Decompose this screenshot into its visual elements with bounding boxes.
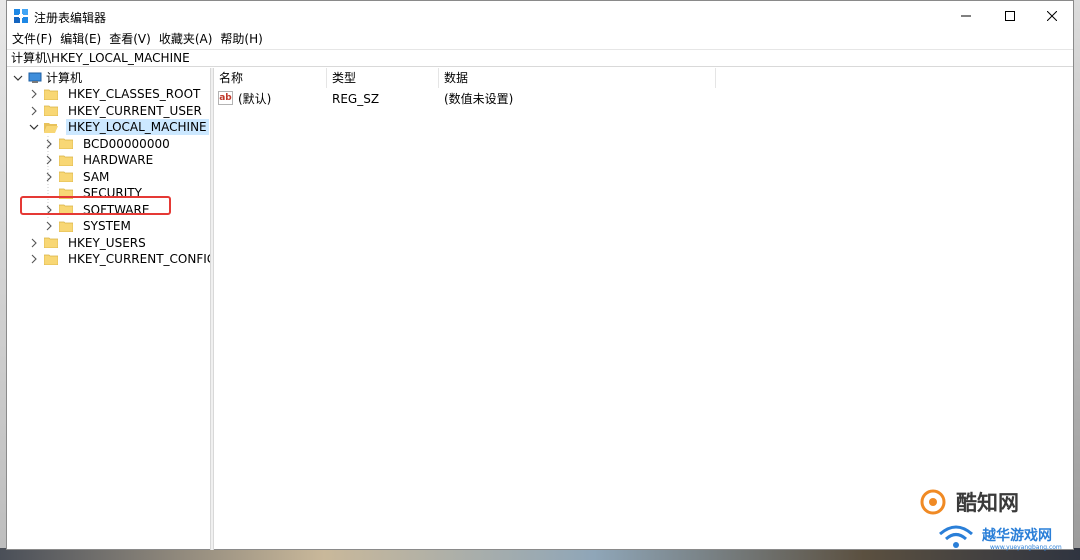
tree-label: HKEY_CURRENT_CONFIG — [68, 252, 210, 266]
watermark-kuzhi-text: 酷知网 — [956, 491, 1019, 515]
tree-label-selected: HKEY_LOCAL_MACHINE — [66, 119, 209, 135]
tree-node-hkey-local-machine[interactable]: HKEY_LOCAL_MACHINE — [29, 119, 209, 135]
chevron-right-icon[interactable] — [44, 152, 54, 168]
menu-favorites[interactable]: 收藏夹(A) — [155, 31, 217, 49]
column-header-name[interactable]: 名称 — [214, 68, 327, 88]
value-data: (数值未设置) — [444, 92, 514, 106]
tree-label: SYSTEM — [83, 219, 131, 233]
chevron-down-icon[interactable] — [13, 70, 23, 86]
chevron-right-icon[interactable] — [44, 218, 54, 234]
watermark-yueyang-text: 越华游戏网 — [982, 528, 1052, 544]
chevron-right-icon[interactable] — [44, 136, 54, 152]
tree-node-hardware[interactable]: HARDWARE — [44, 152, 155, 168]
tree-label: HKEY_CLASSES_ROOT — [68, 87, 201, 101]
value-type: REG_SZ — [332, 92, 380, 106]
folder-icon — [59, 138, 73, 149]
tree-label: HKEY_USERS — [68, 235, 146, 250]
folder-icon — [44, 105, 58, 116]
minimize-icon — [961, 15, 971, 17]
maximize-button[interactable] — [987, 1, 1033, 31]
tree-label: HKEY_CURRENT_USER — [68, 103, 202, 118]
tree-label-computer: 计算机 — [46, 71, 83, 85]
menu-edit[interactable]: 编辑(E) — [56, 31, 105, 49]
registry-tree: 计算机 HKEY_CLASSES_ROOT HKEY_CURRENT_USER … — [7, 68, 210, 550]
chevron-right-icon[interactable] — [29, 235, 39, 251]
watermark-logo-icon — [920, 489, 946, 515]
tree-node-computer[interactable]: 计算机 — [13, 70, 84, 86]
menu-view[interactable]: 查看(V) — [105, 31, 155, 49]
tree-node-sam[interactable]: SAM — [44, 169, 111, 185]
tree-node-hkey-classes-root[interactable]: HKEY_CLASSES_ROOT — [29, 86, 202, 102]
desktop-edge-right — [1074, 0, 1080, 560]
menu-help[interactable]: 帮助(H) — [216, 31, 266, 49]
tree-label: SAM — [83, 169, 110, 184]
watermark-kuzhi: 酷知网 — [918, 484, 1019, 520]
computer-icon — [28, 72, 42, 83]
tree-label: HARDWARE — [83, 153, 154, 167]
tree-node-system[interactable]: SYSTEM — [44, 218, 133, 234]
watermark-yueyang: 越华游戏网 www.yueyangbang.com — [936, 520, 1072, 551]
window-title: 注册表编辑器 — [34, 11, 107, 25]
regedit-app-icon — [14, 9, 28, 23]
close-button[interactable] — [1029, 1, 1075, 31]
folder-icon — [44, 89, 58, 100]
minimize-button[interactable] — [943, 1, 989, 31]
title-bar[interactable]: 注册表编辑器 — [7, 1, 1073, 31]
regedit-window: 注册表编辑器 文件(F) 编辑(E) 查看(V) 收藏夹(A) 帮助(H) 计算… — [6, 0, 1074, 550]
values-list: 名称 类型 数据 ab (默认) REG_SZ (数值未设置) — [214, 68, 1073, 550]
table-row[interactable]: ab (默认) REG_SZ (数值未设置) — [214, 90, 714, 108]
chevron-right-icon[interactable] — [29, 103, 39, 119]
tree-label: BCD00000000 — [83, 136, 170, 151]
folder-icon — [44, 254, 58, 265]
menu-file[interactable]: 文件(F) — [7, 31, 56, 49]
folder-icon — [59, 171, 73, 182]
chevron-down-icon[interactable] — [29, 119, 39, 135]
tree-node-bcd[interactable]: BCD00000000 — [44, 136, 172, 152]
folder-icon — [59, 221, 73, 232]
value-name: (默认) — [238, 92, 272, 106]
tree-node-hkey-users[interactable]: HKEY_USERS — [29, 235, 148, 251]
folder-icon — [59, 155, 73, 166]
menu-bar: 文件(F) 编辑(E) 查看(V) 收藏夹(A) 帮助(H) — [7, 31, 1073, 49]
folder-icon — [44, 237, 58, 248]
column-header-type[interactable]: 类型 — [327, 68, 439, 88]
watermark-wifi-icon — [939, 525, 973, 548]
chevron-right-icon[interactable] — [29, 251, 39, 267]
chevron-right-icon[interactable] — [29, 86, 39, 102]
tree-node-hkey-current-config[interactable]: HKEY_CURRENT_CONFIG — [29, 251, 210, 267]
tree-node-hkey-current-user[interactable]: HKEY_CURRENT_USER — [29, 103, 204, 119]
maximize-icon — [1005, 11, 1015, 21]
chevron-right-icon[interactable] — [44, 169, 54, 185]
watermark-yueyang-url: www.yueyangbang.com — [990, 544, 1062, 551]
close-icon — [1047, 11, 1057, 21]
annotation-highlight-box — [20, 196, 171, 215]
column-header-data[interactable]: 数据 — [439, 68, 716, 88]
open-folder-icon — [44, 122, 58, 133]
string-value-icon: ab — [218, 91, 233, 105]
address-bar[interactable]: 计算机\HKEY_LOCAL_MACHINE — [7, 49, 1073, 67]
